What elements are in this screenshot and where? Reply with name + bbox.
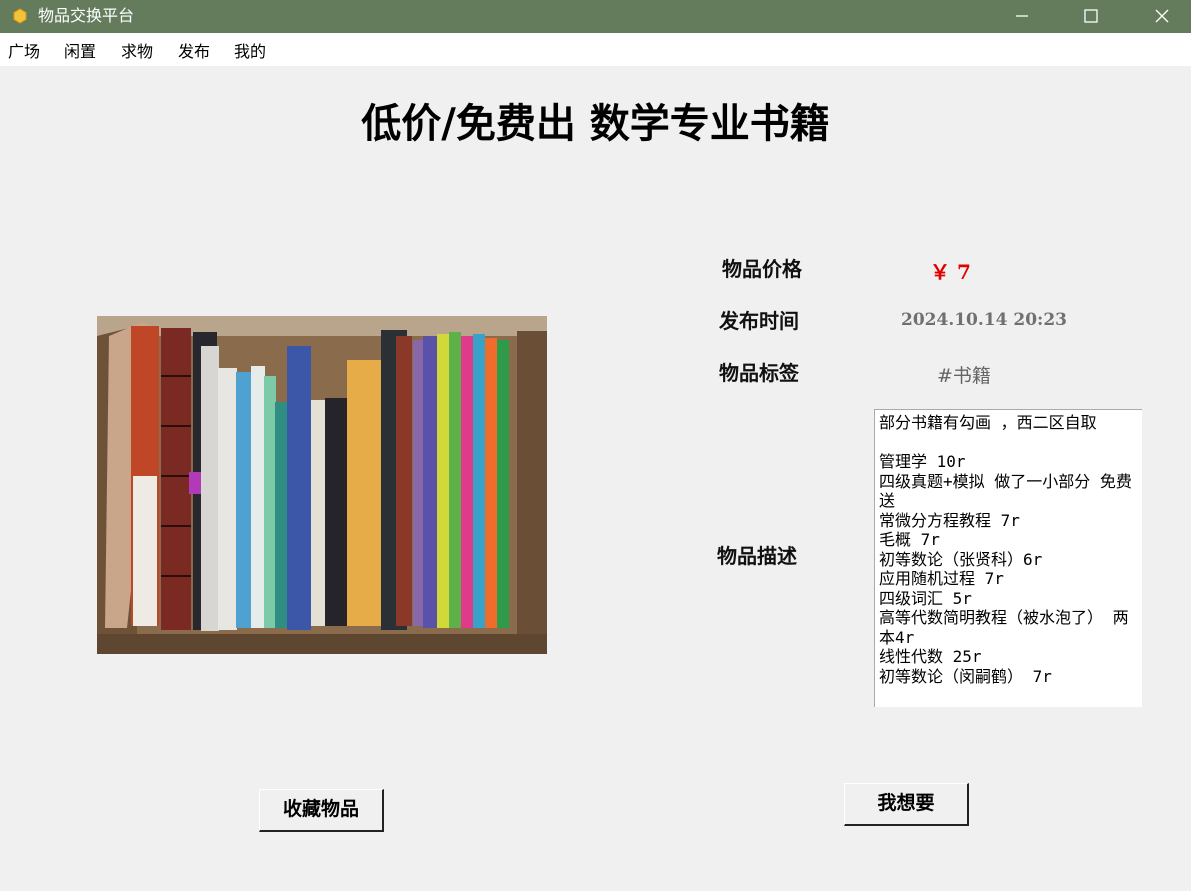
maximize-icon (1084, 9, 1098, 23)
description-label: 物品描述 (717, 544, 797, 568)
time-label: 发布时间 (719, 309, 799, 333)
item-title: 低价/免费出 数学专业书籍 (361, 100, 830, 147)
item-tag: #书籍 (937, 365, 991, 387)
minimize-button[interactable] (999, 0, 1045, 33)
maximize-button[interactable] (1068, 0, 1114, 33)
menu-idle[interactable]: 闲置 (64, 42, 96, 62)
tag-label: 物品标签 (719, 361, 799, 385)
price-value: ￥ 7 (930, 260, 971, 284)
want-button[interactable]: 我想要 (844, 783, 969, 826)
window-title: 物品交换平台 (38, 6, 135, 25)
app-icon (13, 8, 27, 24)
description-textbox[interactable]: 部分书籍有勾画 ，西二区自取 管理学 10r 四级真题+模拟 做了一小部分 免费… (874, 409, 1142, 707)
minimize-icon (1016, 15, 1028, 17)
favorite-button[interactable]: 收藏物品 (259, 789, 384, 832)
item-photo (97, 316, 547, 654)
menu-publish[interactable]: 发布 (178, 42, 210, 62)
price-label: 物品价格 (722, 257, 802, 281)
close-icon (1155, 9, 1169, 23)
menu-bar: 广场 闲置 求物 发布 我的 (0, 33, 1191, 66)
menu-mine[interactable]: 我的 (234, 42, 266, 62)
title-bar: 物品交换平台 (0, 0, 1191, 33)
menu-request[interactable]: 求物 (121, 42, 153, 62)
close-button[interactable] (1139, 0, 1185, 33)
publish-time: 2024.10.14 20:23 (901, 310, 1067, 330)
menu-plaza[interactable]: 广场 (8, 42, 40, 62)
